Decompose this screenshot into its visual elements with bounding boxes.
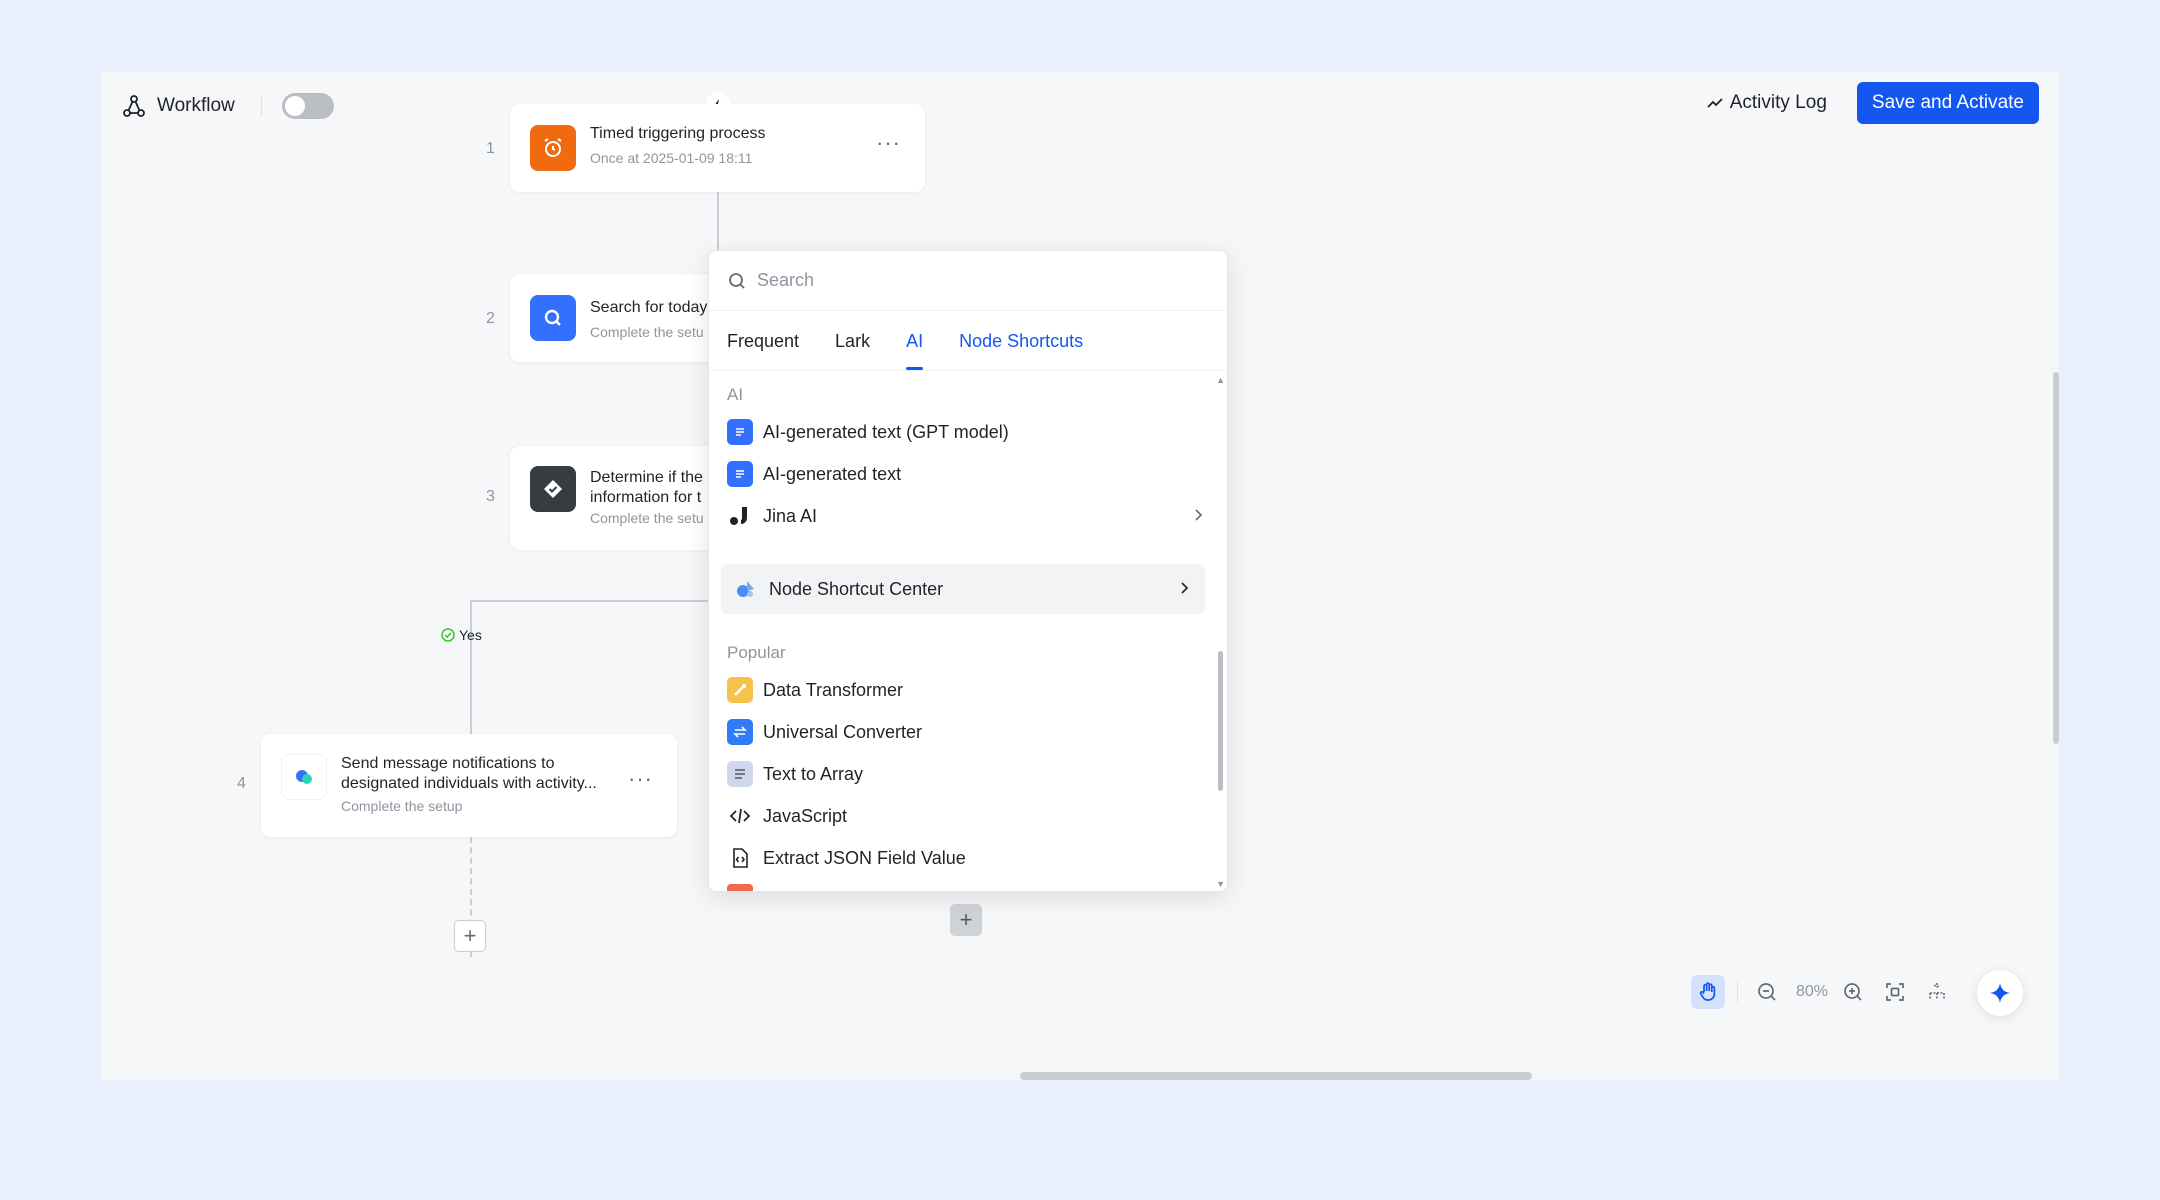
node-subtitle: Once at 2025-01-09 18:11	[590, 150, 753, 166]
workflow-node-3[interactable]: Determine if the information for t Compl…	[510, 446, 730, 550]
search-input[interactable]: Search	[757, 270, 814, 291]
workflow-icon	[121, 93, 147, 119]
condition-check-icon	[530, 466, 576, 512]
divider	[260, 96, 262, 116]
node-more-icon[interactable]: ···	[628, 766, 653, 792]
node-title: Timed triggering process	[590, 125, 766, 142]
tab-lark[interactable]: Lark	[835, 331, 870, 370]
branch-yes-label: Yes	[441, 627, 482, 643]
canvas-vertical-scrollbar[interactable]	[2053, 372, 2059, 744]
item-label: AI-generated text (GPT model)	[763, 421, 1009, 442]
search-icon	[530, 295, 576, 341]
chevron-right-icon	[1191, 506, 1205, 527]
hand-tool-icon[interactable]	[1691, 975, 1725, 1009]
connector-line	[470, 600, 472, 736]
list-item[interactable]: Extract JSON Field Value	[727, 838, 1205, 878]
ai-text-icon	[727, 461, 753, 487]
workflow-canvas[interactable]: Workflow Activity Log Save and Activate …	[101, 72, 2059, 1080]
yes-text: Yes	[459, 627, 482, 643]
jina-ai-icon	[727, 503, 753, 529]
node-shortcut-center-button[interactable]: Node Shortcut Center	[721, 564, 1205, 614]
auto-layout-icon[interactable]	[1920, 975, 1954, 1009]
shortcut-center-icon	[735, 578, 757, 600]
activity-log-button[interactable]: Activity Log	[1706, 92, 1827, 114]
panel-scrollbar[interactable]	[1218, 651, 1223, 791]
list-item[interactable]: Data Transformer	[727, 670, 1205, 710]
universal-converter-icon	[727, 719, 753, 745]
scroll-down-arrow[interactable]: ▼	[1216, 879, 1225, 889]
fit-view-icon[interactable]	[1878, 975, 1912, 1009]
item-label: Jina AI	[763, 505, 818, 526]
node-picker-panel: Search Frequent Lark AI Node Shortcuts A…	[708, 250, 1228, 892]
check-circle-icon	[441, 628, 455, 642]
zoom-out-icon[interactable]	[1750, 975, 1784, 1009]
list-item[interactable]: Text to Array	[727, 754, 1205, 794]
step-number: 1	[486, 140, 495, 157]
node-title: Send message notifications to designated…	[341, 755, 597, 792]
panel-tabs: Frequent Lark AI Node Shortcuts	[709, 311, 1227, 371]
shortcut-center-label: Node Shortcut Center	[769, 578, 944, 599]
node-subtitle: Complete the setu	[590, 324, 704, 340]
topbar-left: Workflow	[121, 90, 334, 122]
step-number: 4	[237, 775, 246, 792]
tab-frequent[interactable]: Frequent	[727, 331, 799, 370]
item-label: Universal Converter	[763, 721, 923, 742]
list-item[interactable]: AI-generated text	[727, 454, 1205, 494]
list-item[interactable]: Jina AI	[727, 496, 1205, 536]
item-label: Data Transformer	[763, 679, 904, 700]
workflow-node-2[interactable]: Search for today Complete the setu	[510, 274, 730, 362]
node-title: Determine if the information for t	[590, 469, 703, 506]
step-number: 3	[486, 488, 495, 505]
trend-icon	[1707, 98, 1723, 108]
item-label: JavaScript	[763, 805, 848, 826]
json-file-icon	[727, 845, 753, 871]
node-subtitle: Complete the setup	[341, 798, 463, 814]
zoom-toolbar: 80%	[1691, 972, 1962, 1012]
alarm-clock-icon	[530, 125, 576, 171]
divider	[1737, 982, 1738, 1002]
section-header: Popular	[727, 643, 786, 662]
scroll-up-arrow[interactable]: ▲	[1216, 375, 1225, 385]
add-node-button[interactable]: +	[454, 920, 486, 952]
workflow-title: Workflow	[157, 95, 235, 116]
workflow-enable-toggle[interactable]	[281, 93, 334, 119]
tab-node-shortcuts[interactable]: Node Shortcuts	[959, 331, 1083, 370]
node-subtitle: Complete the setu	[590, 510, 704, 526]
item-label: Text to Array	[763, 763, 864, 784]
branch-line	[470, 600, 710, 602]
activity-log-label: Activity Log	[1729, 92, 1827, 113]
zoom-level: 80%	[1796, 983, 1829, 1000]
gpt-text-icon	[727, 419, 753, 445]
list-item[interactable]: JavaScript	[727, 796, 1205, 836]
zoom-in-icon[interactable]	[1836, 975, 1870, 1009]
text-to-array-icon	[727, 761, 753, 787]
item-label: AI-generated text	[763, 463, 902, 484]
node-title: Search for today	[590, 299, 708, 316]
search-icon	[729, 272, 745, 289]
add-node-button-active[interactable]: +	[950, 904, 982, 936]
panel-list: AI AI-generated text (GPT model) AI-gene…	[709, 372, 1227, 891]
chevron-right-icon	[1177, 579, 1191, 600]
partial-item-icon	[727, 884, 753, 891]
workflow-node-4[interactable]: Send message notifications to designated…	[261, 734, 677, 837]
canvas-horizontal-scrollbar[interactable]	[1020, 1072, 1532, 1080]
topbar-right: Activity Log Save and Activate	[1706, 82, 2039, 124]
node-more-icon[interactable]: ···	[876, 130, 901, 156]
ai-assistant-sparkle-icon[interactable]	[1977, 970, 2023, 1016]
tab-ai[interactable]: AI	[906, 331, 924, 370]
lark-messenger-icon	[281, 754, 327, 800]
item-label: Extract JSON Field Value	[763, 847, 966, 868]
step-number: 2	[486, 310, 495, 327]
section-header: AI	[727, 385, 744, 404]
list-item[interactable]: AI-generated text (GPT model)	[727, 412, 1205, 452]
save-and-activate-button[interactable]: Save and Activate	[1856, 82, 2039, 124]
workflow-node-1[interactable]: Timed triggering process Once at 2025-01…	[510, 104, 925, 192]
data-transformer-icon	[727, 677, 753, 703]
panel-search[interactable]: Search	[709, 251, 1227, 311]
list-item[interactable]: Universal Converter	[727, 712, 1205, 752]
code-icon	[727, 803, 753, 829]
